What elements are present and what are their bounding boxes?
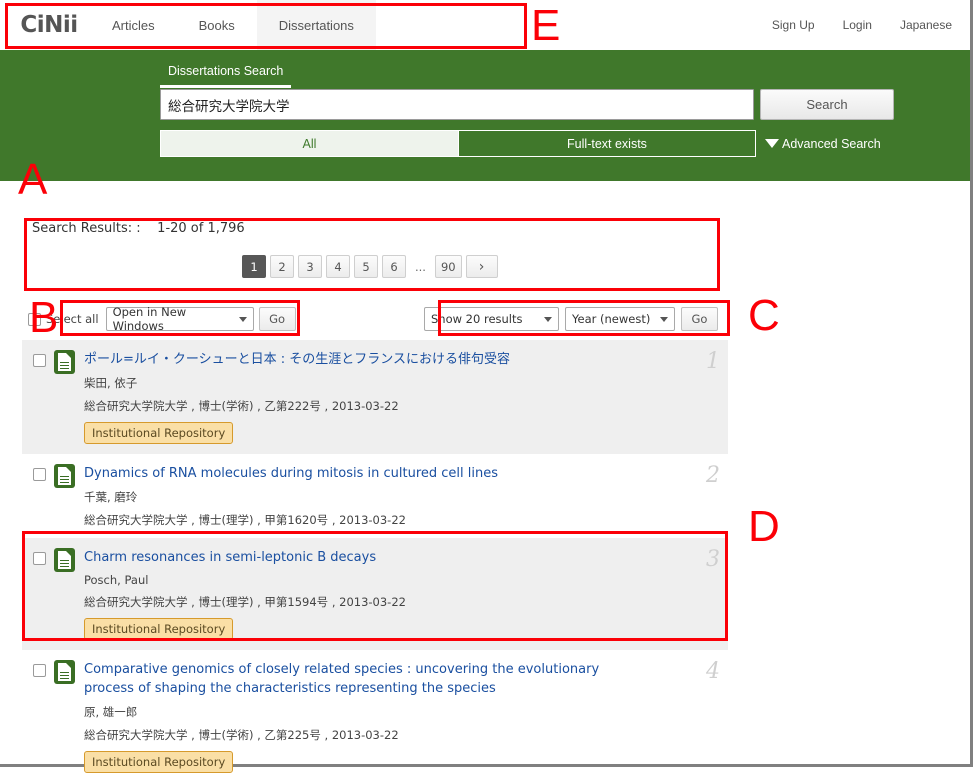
- sort-order-value: Year (newest): [572, 312, 651, 326]
- results-header: Search Results: : 1-20 of 1,796 1 2 3 4 …: [27, 220, 717, 292]
- cinii-logo[interactable]: CiNii: [0, 0, 90, 50]
- result-metadata: 総合研究大学院大学 , 博士(理学) , 甲第1620号 , 2013-03-2…: [84, 513, 406, 527]
- advanced-search-toggle[interactable]: Advanced Search: [765, 137, 881, 151]
- filter-fulltext-button[interactable]: Full-text exists: [458, 130, 756, 157]
- result-checkbox[interactable]: [33, 354, 46, 367]
- page-button-2[interactable]: 2: [270, 255, 294, 278]
- search-input[interactable]: [160, 89, 754, 120]
- institutional-repository-badge[interactable]: Institutional Repository: [84, 618, 234, 640]
- account-links: Sign Up Login Japanese: [772, 0, 970, 50]
- result-index: 3: [706, 547, 720, 572]
- bulk-action-go-button[interactable]: Go: [258, 307, 296, 331]
- page-button-4[interactable]: 4: [326, 255, 350, 278]
- search-filter-row: All Full-text exists Advanced Search: [160, 130, 881, 157]
- table-row: Comparative genomics of closely related …: [22, 650, 728, 783]
- chevron-down-icon: [765, 139, 779, 148]
- search-row: Search: [160, 89, 894, 120]
- result-index: 1: [706, 349, 720, 374]
- result-title-link[interactable]: Charm resonances in semi-leptonic B deca…: [84, 548, 652, 567]
- advanced-search-label: Advanced Search: [782, 136, 881, 151]
- login-link[interactable]: Login: [843, 18, 872, 32]
- table-row: Charm resonances in semi-leptonic B deca…: [22, 538, 728, 650]
- results-toolbar: Select all Open in New Windows Go Show 2…: [28, 303, 718, 335]
- dissertation-document-icon: [54, 350, 75, 374]
- table-row: ポール=ルイ・クーシューと日本 : その生涯とフランスにおける俳句受容 柴田, …: [22, 340, 728, 454]
- toolbar-right-group: Show 20 results Year (newest) Go: [424, 307, 718, 331]
- page-button-3[interactable]: 3: [298, 255, 322, 278]
- result-metadata: 総合研究大学院大学 , 博士(学術) , 乙第225号 , 2013-03-22: [84, 728, 399, 742]
- table-row: Dynamics of RNA molecules during mitosis…: [22, 454, 728, 538]
- page-button-5[interactable]: 5: [354, 255, 378, 278]
- dissertation-document-icon: [54, 660, 75, 684]
- dissertation-document-icon: [54, 464, 75, 488]
- sign-up-link[interactable]: Sign Up: [772, 18, 815, 32]
- chevron-down-icon: [238, 317, 247, 322]
- language-link[interactable]: Japanese: [900, 18, 952, 32]
- results-per-page-value: Show 20 results: [431, 312, 523, 326]
- chevron-down-icon: [660, 317, 668, 322]
- result-index: 2: [706, 463, 720, 488]
- result-author: 千葉, 磨玲: [84, 490, 138, 504]
- bulk-action-value: Open in New Windows: [112, 305, 187, 333]
- result-metadata: 総合研究大学院大学 , 博士(理学) , 甲第1594号 , 2013-03-2…: [84, 595, 406, 609]
- search-band: Dissertations Search Search All Full-tex…: [0, 50, 970, 181]
- result-metadata: 総合研究大学院大学 , 博士(学術) , 乙第222号 , 2013-03-22: [84, 399, 399, 413]
- tab-dissertations-search[interactable]: Dissertations Search: [160, 64, 292, 88]
- institutional-repository-badge[interactable]: Institutional Repository: [84, 422, 234, 444]
- page-button-last[interactable]: 90: [434, 255, 462, 278]
- next-page-icon[interactable]: ›: [465, 255, 498, 278]
- result-body: ポール=ルイ・クーシューと日本 : その生涯とフランスにおける俳句受容 柴田, …: [84, 350, 728, 444]
- result-checkbox[interactable]: [33, 468, 46, 481]
- pagination: 1 2 3 4 5 6 ... 90 ›: [242, 255, 498, 278]
- result-title-link[interactable]: Dynamics of RNA molecules during mitosis…: [84, 464, 652, 483]
- page-root: CiNii Articles Books Dissertations Sign …: [0, 0, 973, 773]
- result-author: 柴田, 依子: [84, 376, 138, 390]
- tab-dissertations[interactable]: Dissertations: [256, 0, 376, 50]
- page-button-1[interactable]: 1: [242, 255, 266, 278]
- search-tab-row: Dissertations Search: [160, 64, 292, 88]
- page-button-6[interactable]: 6: [382, 255, 406, 278]
- pagination-ellipsis: ...: [415, 259, 426, 274]
- result-body: Comparative genomics of closely related …: [84, 660, 728, 773]
- search-button[interactable]: Search: [760, 89, 894, 120]
- top-navigation-bar: CiNii Articles Books Dissertations Sign …: [0, 0, 970, 50]
- main-tabs: Articles Books Dissertations: [90, 0, 376, 50]
- results-count-label: Search Results: :: [32, 221, 141, 236]
- result-index: 4: [706, 659, 720, 684]
- results-count-range: 1-20 of 1,796: [157, 221, 245, 236]
- filter-all-button[interactable]: All: [160, 130, 458, 157]
- toolbar-left-group: Select all Open in New Windows Go: [28, 305, 296, 333]
- tab-books[interactable]: Books: [177, 0, 257, 50]
- select-all-checkbox[interactable]: [28, 312, 41, 326]
- annotation-letter-c: C: [748, 291, 780, 340]
- result-title-link[interactable]: Comparative genomics of closely related …: [84, 660, 652, 698]
- institutional-repository-badge[interactable]: Institutional Repository: [84, 751, 234, 773]
- dissertation-document-icon: [54, 548, 75, 572]
- sort-go-button[interactable]: Go: [681, 307, 718, 331]
- annotation-letter-d: D: [748, 502, 780, 551]
- results-list: ポール=ルイ・クーシューと日本 : その生涯とフランスにおける俳句受容 柴田, …: [22, 340, 728, 783]
- result-author: Posch, Paul: [84, 573, 149, 587]
- result-checkbox[interactable]: [33, 552, 46, 565]
- result-body: Dynamics of RNA molecules during mitosis…: [84, 464, 728, 528]
- bulk-action-select[interactable]: Open in New Windows: [105, 305, 254, 333]
- select-all-label: Select all: [46, 312, 99, 326]
- chevron-down-icon: [544, 317, 552, 322]
- result-checkbox[interactable]: [33, 664, 46, 677]
- result-author: 原, 雄一郎: [84, 705, 138, 719]
- result-body: Charm resonances in semi-leptonic B deca…: [84, 548, 728, 640]
- sort-order-select[interactable]: Year (newest): [565, 307, 675, 331]
- tab-articles[interactable]: Articles: [90, 0, 177, 50]
- results-per-page-select[interactable]: Show 20 results: [424, 307, 559, 331]
- results-count-line: Search Results: : 1-20 of 1,796: [32, 221, 245, 236]
- result-title-link[interactable]: ポール=ルイ・クーシューと日本 : その生涯とフランスにおける俳句受容: [84, 350, 652, 369]
